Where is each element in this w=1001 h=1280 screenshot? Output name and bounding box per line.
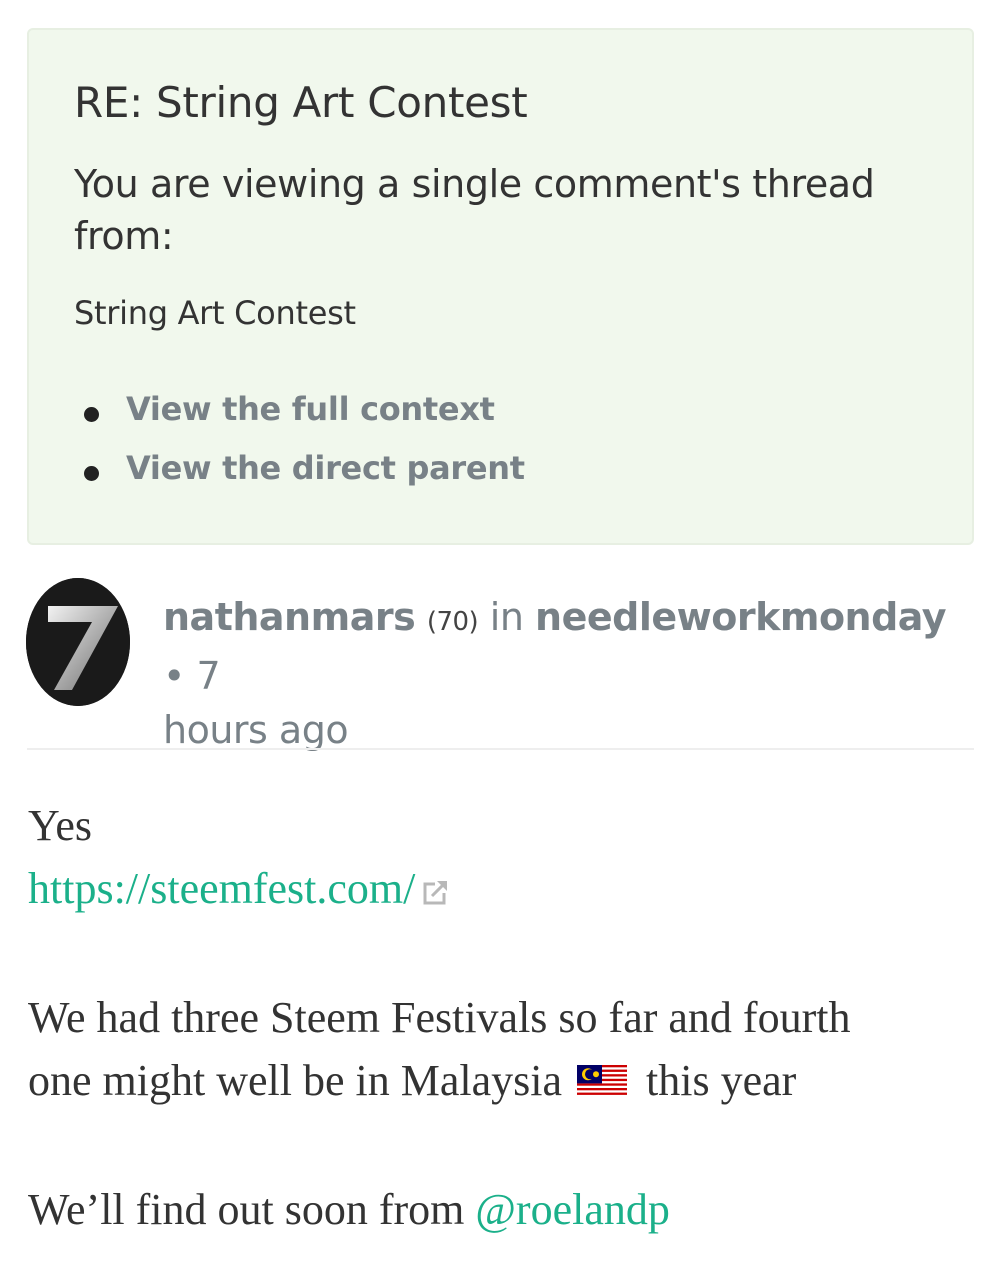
thread-notice-panel: RE: String Art Contest You are viewing a… [27,28,974,545]
thread-notice-text: You are viewing a single comment's threa… [74,162,875,258]
comment-line: We had three Steem Festivals so far and … [28,993,851,1042]
bullet-icon [84,466,99,481]
comment-line: We’ll find out soon from @roelandp [28,1184,670,1235]
comment-text: one might well be in Malaysia [28,1056,562,1105]
steemfest-link[interactable]: https://steemfest.com/ [28,864,415,913]
parent-post-title[interactable]: String Art Contest [74,294,356,332]
timestamp-number[interactable]: 7 [197,654,221,698]
reputation-badge: (70) [426,607,479,637]
external-link-icon [423,880,449,905]
comment-meta: nathanmars (70) in needleworkmonday • 7 h… [163,590,978,757]
mention-link[interactable]: @roelandp [475,1185,669,1234]
comment-text: this year [646,1056,797,1105]
malaysia-flag-icon [577,1065,627,1097]
comment-text: We’ll find out soon from [28,1185,465,1234]
divider [27,748,974,750]
author-link[interactable]: nathanmars [163,595,416,639]
community-link[interactable]: needleworkmonday [535,595,947,639]
comment-line: Yes [28,801,93,850]
view-direct-parent-link[interactable]: View the direct parent [126,449,525,487]
meta-separator: • [163,654,185,698]
thread-title: RE: String Art Contest [74,78,528,127]
view-full-context-link[interactable]: View the full context [126,390,495,428]
comment-line: one might well be in Malaysia this year [28,1055,796,1106]
in-label: in [489,595,524,639]
timestamp-text[interactable]: hours ago [163,708,349,752]
comment-link-line: https://steemfest.com/ [28,863,449,914]
avatar-seven-logo-icon [26,578,130,706]
avatar[interactable] [26,578,130,706]
bullet-icon [84,407,99,422]
